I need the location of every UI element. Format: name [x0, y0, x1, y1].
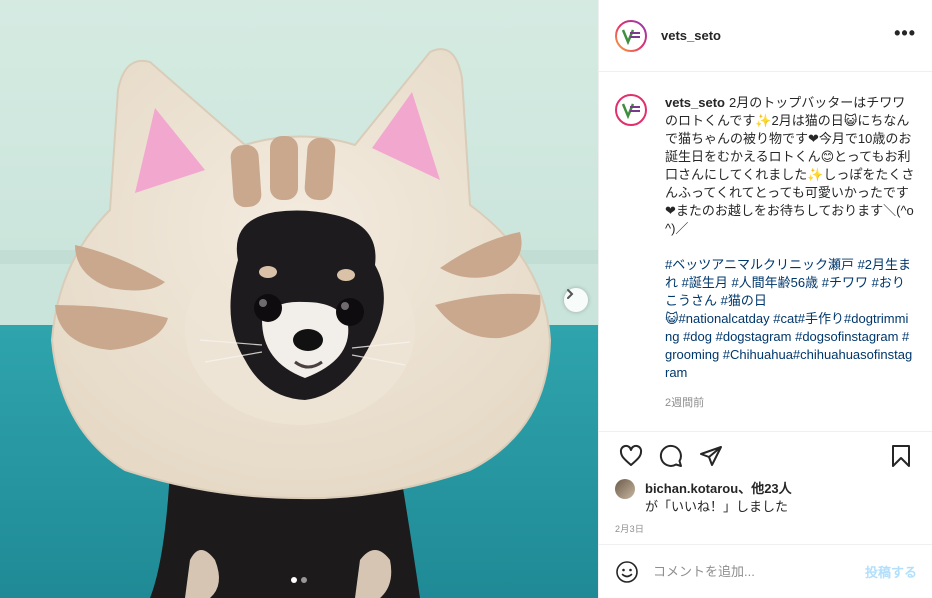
- save-button[interactable]: [881, 436, 921, 476]
- hashtags-line-1[interactable]: #ベッツアニマルクリニック瀬戸 #2月生まれ #誕生月 #人間年齢56歳 #チワ…: [665, 257, 911, 308]
- profile-avatar[interactable]: [615, 19, 647, 52]
- carousel-indicator: [0, 577, 598, 583]
- caption-body: 2月のトップバッターはチワワのロトくんです✨2月は猫の日😺にちなんで猫ちゃんの被…: [665, 95, 915, 236]
- likes-summary: bichan.kotarou、他23人 が「いいね！」しました: [615, 479, 917, 516]
- likes-text: bichan.kotarou、他23人 が「いいね！」しました: [645, 480, 792, 516]
- carousel-dot: [301, 577, 307, 583]
- chevron-right-icon: [567, 289, 574, 299]
- likes-others[interactable]: 、他23人: [738, 481, 791, 496]
- hashtags-line-2[interactable]: 😺#nationalcatday #cat#手作り#dogtrimming #d…: [665, 311, 912, 380]
- dog-cat-costume-image: [0, 0, 598, 598]
- liker-avatar[interactable]: [615, 479, 635, 499]
- caption-username[interactable]: vets_seto: [665, 95, 725, 110]
- likes-suffix: が「いいね！」しました: [645, 499, 789, 514]
- caption-row: vets_seto 2月のトップバッターはチワワのロトくんです✨2月は猫の日😺にち…: [615, 94, 917, 382]
- carousel-next-button[interactable]: [564, 288, 588, 312]
- comment-bubble-icon: [659, 444, 682, 467]
- bookmark-icon: [892, 445, 910, 467]
- paper-plane-icon: [700, 446, 722, 466]
- like-button[interactable]: [611, 436, 651, 476]
- action-bar: [599, 432, 932, 480]
- comment-button[interactable]: [651, 436, 691, 476]
- clinic-logo-icon: [615, 94, 647, 126]
- caption-text: vets_seto 2月のトップバッターはチワワのロトくんです✨2月は猫の日😺にち…: [665, 94, 915, 382]
- liker-username[interactable]: bichan.kotarou: [645, 481, 738, 496]
- post-date[interactable]: 2月3日: [615, 522, 644, 535]
- caption-time-ago: 2週間前: [665, 397, 705, 409]
- post-side-panel: vets_seto ••• vets_seto 2月のトップバッターはチワワのロト…: [598, 0, 932, 598]
- share-button[interactable]: [691, 436, 731, 476]
- caption-area: vets_seto 2月のトップバッターはチワワのロトくんです✨2月は猫の日😺にち…: [599, 72, 932, 432]
- more-horizontal-icon[interactable]: •••: [894, 24, 916, 48]
- post-photo[interactable]: [0, 0, 598, 598]
- carousel-dot-active: [291, 577, 297, 583]
- caption-avatar[interactable]: [615, 94, 647, 126]
- clinic-logo-icon: [615, 19, 647, 52]
- hashtags: #ベッツアニマルクリニック瀬戸 #2月生まれ #誕生月 #人間年齢56歳 #チワ…: [665, 256, 915, 382]
- post-header: vets_seto •••: [599, 0, 932, 72]
- comment-input[interactable]: [653, 564, 865, 579]
- comment-form: 投稿する: [599, 544, 932, 598]
- heart-icon: [619, 444, 643, 466]
- post-comment-button[interactable]: 投稿する: [865, 562, 917, 581]
- header-username[interactable]: vets_seto: [661, 28, 894, 43]
- emoji-smiley-icon[interactable]: [615, 560, 639, 584]
